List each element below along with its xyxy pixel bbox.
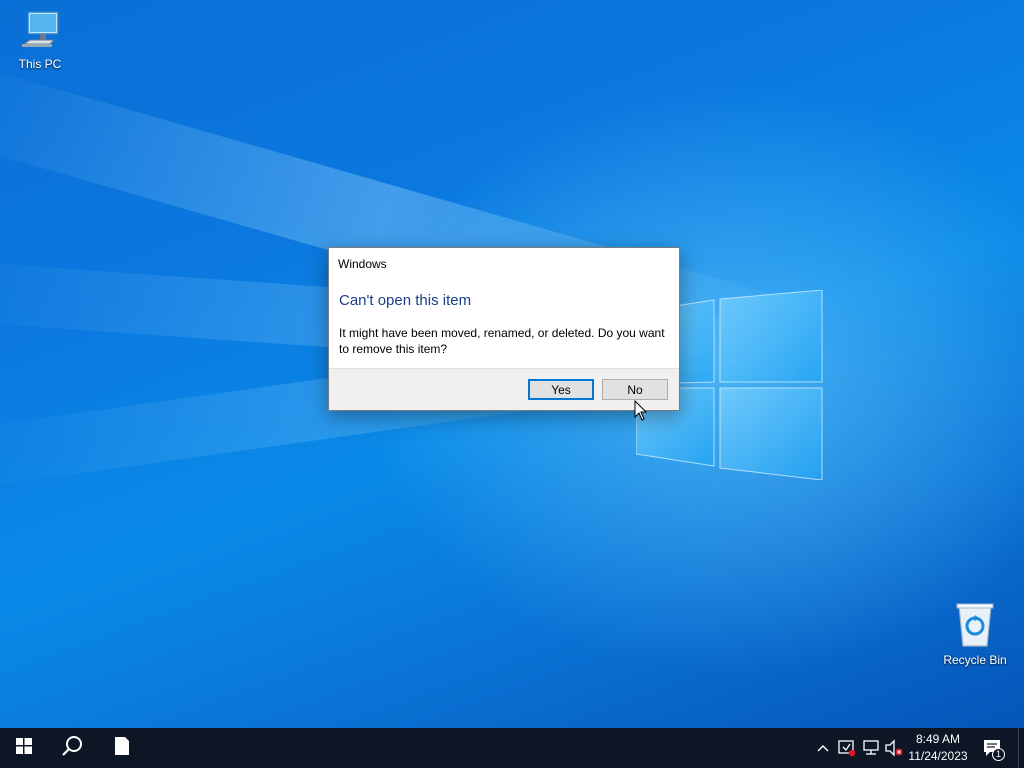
desktop-icon-label: This PC (18, 57, 62, 71)
file-icon (114, 736, 130, 761)
dialog-message: It might have been moved, renamed, or de… (339, 326, 665, 356)
clock-time: 8:49 AM (915, 732, 961, 746)
taskbar-file-button[interactable] (98, 728, 146, 768)
notification-count-badge: 1 (992, 748, 1005, 761)
recycle-bin-icon (935, 602, 1015, 651)
search-button[interactable] (48, 728, 96, 768)
error-dialog: Windows Can't open this item It might ha… (328, 247, 680, 411)
chevron-up-icon[interactable] (813, 738, 833, 758)
show-desktop-button[interactable] (1018, 728, 1024, 768)
desktop-icon-label: Recycle Bin (943, 653, 1007, 667)
taskbar: 8:49 AM 11/24/2023 1 (0, 728, 1024, 768)
security-icon[interactable] (837, 738, 857, 758)
network-icon[interactable] (861, 738, 881, 758)
desktop-icon-recycle-bin[interactable]: Recycle Bin (935, 602, 1015, 667)
clock-date: 11/24/2023 (908, 749, 968, 763)
desktop-icon-this-pc[interactable]: This PC (0, 8, 80, 71)
mouse-pointer-icon (634, 399, 648, 421)
dialog-button-bar: Yes No (329, 368, 679, 410)
no-button[interactable]: No (602, 379, 668, 400)
windows-logo-icon (16, 737, 32, 759)
monitor-icon (0, 8, 80, 55)
start-button[interactable] (0, 728, 48, 768)
taskbar-clock[interactable]: 8:49 AM 11/24/2023 (904, 731, 972, 765)
search-icon (61, 735, 83, 762)
volume-muted-icon[interactable] (884, 738, 904, 758)
dialog-title: Windows (338, 257, 387, 271)
yes-button[interactable]: Yes (528, 379, 594, 400)
action-center-button[interactable]: 1 (980, 736, 1008, 762)
dialog-heading: Can't open this item (339, 292, 472, 309)
